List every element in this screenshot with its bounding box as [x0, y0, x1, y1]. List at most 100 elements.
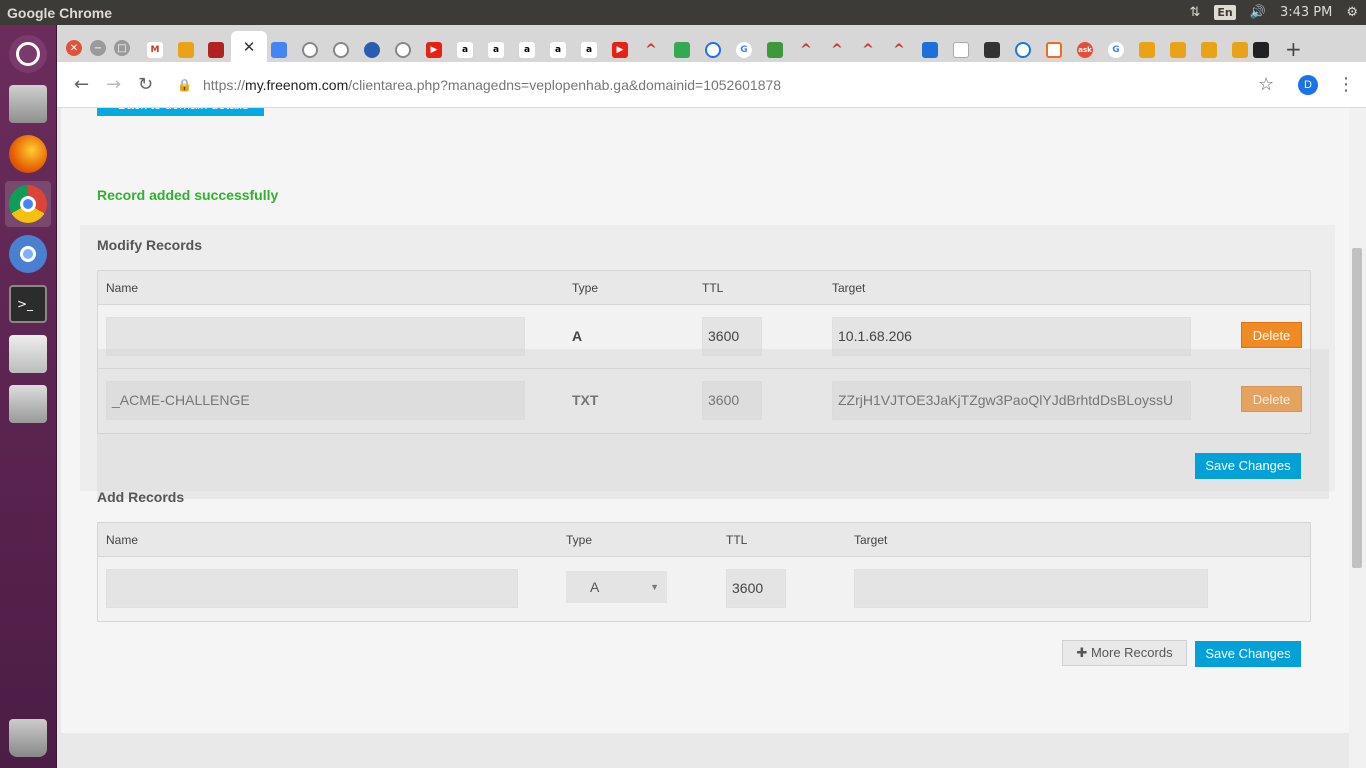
new-tab-button[interactable]: +	[1285, 37, 1302, 61]
tab-favicon[interactable]: ^	[860, 42, 876, 58]
tab-favicon[interactable]	[1170, 42, 1186, 58]
launcher-terminal[interactable]: >_	[5, 281, 51, 327]
forward-arrow-icon[interactable]: →	[106, 74, 121, 95]
chromium-icon	[9, 235, 47, 273]
tab-favicon[interactable]	[1232, 42, 1248, 58]
tab-favicon[interactable]	[302, 42, 318, 58]
lock-icon: 🔒	[177, 78, 192, 92]
tab-close-icon[interactable]: ✕	[243, 38, 256, 56]
launcher-chrome[interactable]	[5, 181, 51, 227]
new-record-target-input[interactable]	[854, 569, 1208, 608]
tab-favicon[interactable]	[1201, 42, 1217, 58]
gmail-tab-icon[interactable]: M	[147, 42, 163, 58]
launcher-chromium[interactable]	[5, 231, 51, 277]
modify-records-title: Modify Records	[97, 237, 203, 253]
new-record-ttl-input[interactable]: 3600	[726, 569, 786, 608]
record-type: A	[572, 328, 583, 344]
google-tab-icon[interactable]: G	[736, 42, 752, 58]
amazon-tab-icon[interactable]: a	[457, 42, 473, 58]
web-page: « Back to domain details Record added su…	[61, 108, 1349, 733]
tab-favicon[interactable]	[1015, 42, 1031, 58]
delete-record-button[interactable]: Delete	[1241, 322, 1302, 348]
menu-kebab-icon[interactable]: ⋮	[1337, 74, 1355, 95]
column-header-name: Name	[106, 281, 139, 295]
launcher-trash[interactable]	[5, 715, 51, 761]
firefox-icon	[9, 135, 47, 173]
profile-avatar[interactable]: D	[1298, 75, 1318, 95]
amazon-tab-icon[interactable]: a	[581, 42, 597, 58]
chrome-window: ✕ − □ M ✕ ▶ a a a a a ▶ ^ G ^ ^ ^ ^ ask …	[57, 25, 1366, 768]
launcher-files[interactable]	[5, 81, 51, 127]
google-tab-icon[interactable]: G	[1108, 42, 1124, 58]
column-header-ttl: TTL	[726, 533, 748, 547]
keyboard-layout-indicator[interactable]: En	[1214, 5, 1236, 20]
more-records-label: More Records	[1090, 645, 1173, 660]
active-tab[interactable]: ✕	[231, 31, 267, 62]
window-minimize-icon[interactable]: −	[90, 40, 106, 56]
tab-favicon[interactable]	[984, 42, 1000, 58]
success-message: Record added successfully	[97, 187, 279, 203]
clock[interactable]: 3:43 PM	[1280, 5, 1332, 20]
document-tab-icon[interactable]	[953, 42, 969, 58]
tab-favicon[interactable]: ^	[891, 42, 907, 58]
ubuntu-logo-icon	[9, 35, 47, 73]
launcher-screenshot[interactable]	[5, 381, 51, 427]
new-record-type-select[interactable]: A ▼	[566, 571, 667, 603]
tab-favicon[interactable]	[178, 42, 194, 58]
maps-tab-icon[interactable]	[674, 42, 690, 58]
tab-favicon[interactable]	[1046, 42, 1062, 58]
column-header-type: Type	[572, 281, 599, 295]
column-header-target: Target	[854, 533, 888, 547]
add-save-changes-button[interactable]: Save Changes	[1195, 641, 1301, 667]
back-to-domain-button[interactable]: « Back to domain details	[97, 108, 264, 116]
page-scrollbar[interactable]	[1349, 108, 1366, 768]
table-header: Name Type TTL Target	[98, 271, 1310, 305]
window-maximize-icon[interactable]: □	[114, 40, 130, 56]
docs-tab-icon[interactable]	[271, 42, 287, 58]
tab-favicon[interactable]	[364, 42, 380, 58]
amazon-tab-icon[interactable]: a	[488, 42, 504, 58]
launcher-ubuntu-dash[interactable]	[5, 31, 51, 77]
column-header-name: Name	[106, 533, 139, 547]
bookmark-star-icon[interactable]: ☆	[1258, 74, 1274, 95]
network-icon[interactable]: ⇅	[1190, 5, 1201, 20]
address-bar[interactable]: 🔒 https://my.freenom.com/clientarea.php?…	[177, 70, 1227, 100]
window-close-icon[interactable]: ✕	[66, 40, 82, 56]
new-record-name-input[interactable]	[106, 569, 518, 608]
reload-icon[interactable]: ↻	[138, 74, 153, 95]
modify-save-changes-button[interactable]: Save Changes	[1195, 453, 1301, 479]
system-top-bar: Google Chrome ⇅ En 🔊 3:43 PM ⚙	[0, 0, 1366, 25]
tab-favicon[interactable]: ^	[829, 42, 845, 58]
amazon-tab-icon[interactable]: a	[550, 42, 566, 58]
launcher-text-editor[interactable]	[5, 331, 51, 377]
column-header-type: Type	[566, 533, 593, 547]
amazon-tab-icon[interactable]: a	[519, 42, 535, 58]
url-host: my.freenom.com	[245, 77, 349, 93]
browser-toolbar: ← → ↻ 🔒 https://my.freenom.com/clientare…	[57, 62, 1366, 108]
url-scheme: https://	[203, 77, 246, 93]
scrollbar-thumb[interactable]	[1352, 248, 1362, 568]
tab-favicon[interactable]	[333, 42, 349, 58]
tab-favicon[interactable]	[767, 42, 783, 58]
tab-favicon[interactable]	[922, 42, 938, 58]
page-footer-area	[61, 733, 1349, 768]
table-row: A ▼ 3600	[98, 557, 1310, 621]
tab-favicon[interactable]: ^	[798, 42, 814, 58]
ask-tab-icon[interactable]: ask	[1077, 42, 1093, 58]
tab-favicon[interactable]	[705, 42, 721, 58]
tab-favicon[interactable]	[1139, 42, 1155, 58]
youtube-tab-icon[interactable]: ▶	[612, 42, 628, 58]
settings-gear-icon[interactable]: ⚙	[1346, 5, 1358, 20]
youtube-tab-icon[interactable]: ▶	[426, 42, 442, 58]
column-header-target: Target	[832, 281, 866, 295]
launcher-firefox[interactable]	[5, 131, 51, 177]
volume-icon[interactable]: 🔊	[1250, 5, 1266, 20]
back-arrow-icon[interactable]: ←	[74, 74, 89, 95]
tab-favicon[interactable]	[395, 42, 411, 58]
tab-favicon[interactable]	[208, 42, 224, 58]
more-records-button[interactable]: ✚ More Records	[1062, 640, 1187, 666]
tab-strip: ✕ − □ M ✕ ▶ a a a a a ▶ ^ G ^ ^ ^ ^ ask …	[57, 25, 1366, 62]
linux-penguin-tab-icon[interactable]	[1253, 42, 1269, 58]
tab-favicon[interactable]: ^	[643, 42, 659, 58]
add-records-title: Add Records	[97, 489, 185, 505]
